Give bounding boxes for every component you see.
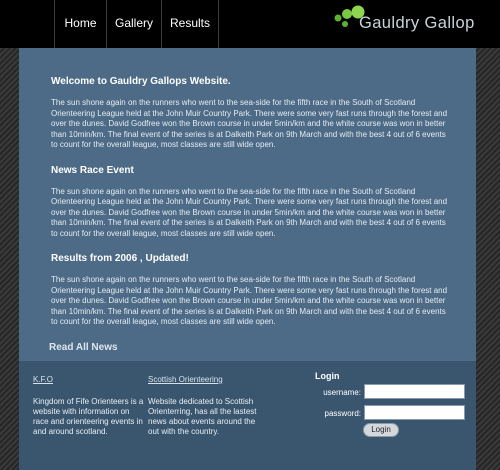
news-section: News Race Event The sun shone again on t… [51, 165, 451, 240]
scottish-orienteering-link[interactable]: Scottish Orienteering [148, 375, 260, 384]
username-row: username: [315, 384, 465, 402]
news-list: Welcome to Gauldry Gallops Website. The … [51, 76, 451, 328]
login-button[interactable]: Login [363, 423, 399, 437]
section-title: Welcome to Gauldry Gallops Website. [51, 76, 231, 87]
password-row: password: [315, 405, 465, 423]
section-title: Results from 2006 , Updated! [51, 253, 189, 264]
news-section: Welcome to Gauldry Gallops Website. The … [51, 76, 451, 151]
password-label: password: [324, 409, 361, 418]
nav-gallery[interactable]: Gallery [107, 0, 162, 48]
main-content: Welcome to Gauldry Gallops Website. The … [19, 48, 476, 361]
scottish-orienteering-description: Website dedicated to Scottish Orienterri… [148, 397, 257, 436]
brand-name: Gauldry Gallop [359, 14, 475, 32]
login-form: Login username: password: Login [315, 371, 465, 437]
section-title: News Race Event [51, 164, 134, 176]
kfo-description: Kingdom of Fife Orienteers is a website … [33, 397, 144, 436]
site-logo[interactable]: Gauldry Gallop [334, 4, 474, 44]
footer-column-scottish: Scottish Orienteering Website dedicated … [148, 375, 260, 437]
kfo-link[interactable]: K.F.O [33, 375, 145, 384]
top-header: Home Gallery Results Gauldry Gallop [0, 0, 500, 48]
username-input[interactable] [364, 384, 465, 399]
section-body: The sun shone again on the runners who w… [51, 186, 448, 238]
news-section: Results from 2006 , Updated! The sun sho… [51, 253, 451, 328]
footer-column-kfo: K.F.O Kingdom of Fife Orienteers is a we… [33, 375, 145, 437]
read-all-news-link[interactable]: Read All News [49, 342, 118, 353]
username-label: username: [323, 388, 361, 397]
footer: K.F.O Kingdom of Fife Orienteers is a we… [19, 361, 476, 470]
password-input[interactable] [364, 405, 465, 420]
nav-results[interactable]: Results [162, 0, 219, 48]
login-title: Login [315, 371, 340, 381]
main-nav: Home Gallery Results [54, 0, 219, 48]
section-body: The sun shone again on the runners who w… [51, 275, 448, 326]
section-body: The sun shone again on the runners who w… [51, 98, 448, 149]
nav-home[interactable]: Home [54, 0, 107, 48]
